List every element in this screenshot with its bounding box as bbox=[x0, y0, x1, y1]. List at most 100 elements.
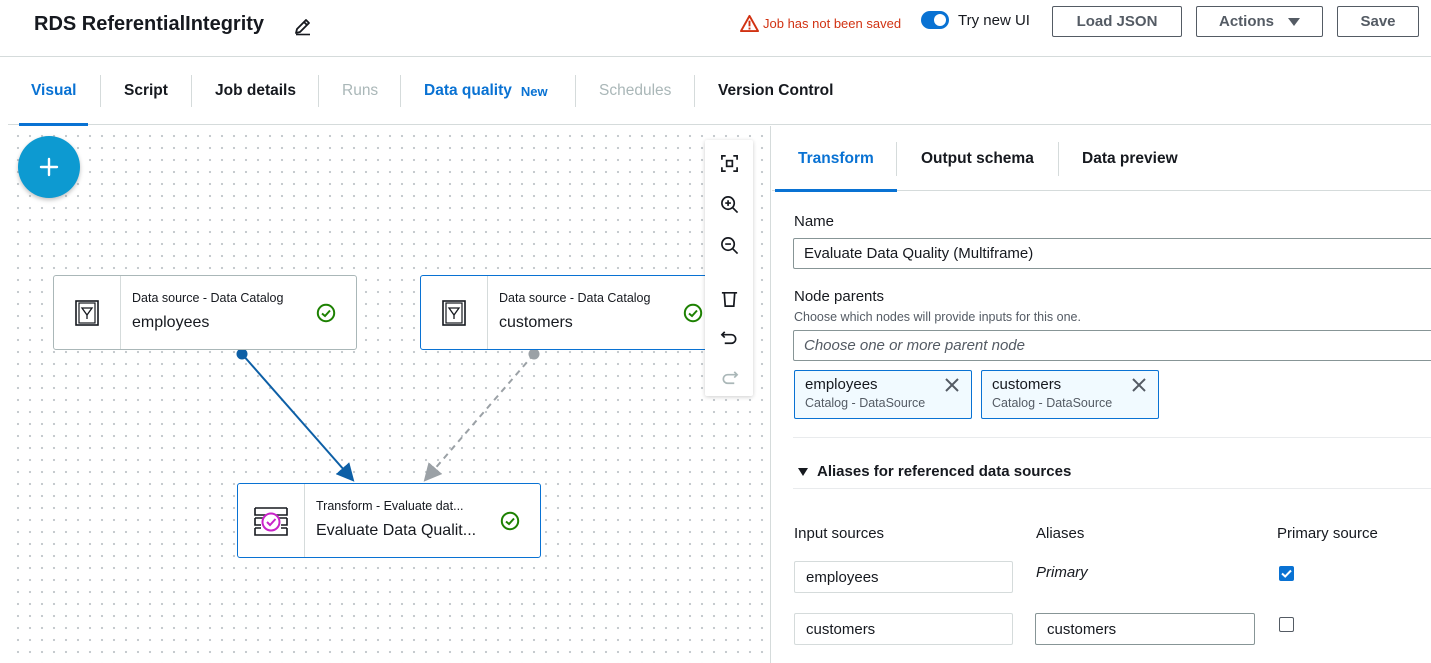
node-parents-help: Choose which nodes will provide inputs f… bbox=[794, 310, 1081, 324]
main-tabs: Visual Script Job details Runs Data qual… bbox=[8, 57, 1431, 126]
primary-source-checkbox[interactable] bbox=[1279, 617, 1294, 632]
check-circle-icon bbox=[316, 303, 336, 323]
warning-triangle-icon bbox=[740, 14, 759, 33]
fit-view-button[interactable] bbox=[717, 151, 741, 175]
new-badge: New bbox=[520, 83, 548, 99]
edge-customers-to-transform[interactable] bbox=[423, 353, 535, 482]
node-icon-cell bbox=[238, 484, 305, 557]
primary-source-checkbox[interactable] bbox=[1279, 566, 1294, 581]
edge-employees-to-transform[interactable] bbox=[241, 353, 355, 482]
divider bbox=[793, 437, 1431, 438]
try-new-ui-toggle[interactable]: Try new UI bbox=[921, 11, 1030, 29]
page-title: RDS ReferentialIntegrity bbox=[34, 13, 265, 35]
edge-handle[interactable] bbox=[236, 348, 248, 360]
actions-dropdown-button[interactable]: Actions bbox=[1196, 6, 1323, 37]
close-icon[interactable] bbox=[943, 376, 961, 394]
unsaved-warning: Job has not been saved bbox=[740, 14, 901, 33]
transform-panel: Transform Output schema Data preview Nam… bbox=[772, 126, 1431, 663]
delete-button[interactable] bbox=[717, 286, 741, 310]
tab-schedules[interactable]: Schedules bbox=[599, 57, 671, 125]
tab-divider bbox=[575, 75, 576, 107]
node-icon-cell bbox=[421, 276, 488, 349]
zoom-out-icon bbox=[720, 236, 738, 254]
trash-icon bbox=[721, 291, 737, 307]
input-source-field: employees bbox=[794, 561, 1013, 593]
node-parents-label: Node parents bbox=[794, 288, 885, 305]
alias-input[interactable]: customers bbox=[1035, 613, 1255, 645]
tab-runs[interactable]: Runs bbox=[342, 57, 378, 125]
visual-canvas[interactable]: Data source - Data Catalog employees Dat… bbox=[8, 126, 771, 663]
tab-label: Schedules bbox=[599, 82, 672, 99]
toggle-label: Try new UI bbox=[958, 11, 1030, 29]
divider bbox=[793, 488, 1431, 489]
redo-button[interactable] bbox=[717, 366, 741, 390]
check-circle-icon bbox=[500, 511, 520, 531]
name-label: Name bbox=[794, 213, 835, 230]
tab-data-preview[interactable]: Data preview bbox=[1082, 126, 1178, 191]
data-quality-transform-icon bbox=[254, 506, 288, 536]
tab-divider bbox=[694, 75, 695, 107]
checkmark-icon bbox=[1281, 569, 1292, 578]
warning-text: Job has not been saved bbox=[763, 16, 902, 31]
column-header-input-sources: Input sources bbox=[794, 525, 885, 542]
undo-icon bbox=[720, 330, 737, 344]
canvas-toolbar bbox=[705, 140, 753, 396]
edge-handle[interactable] bbox=[528, 348, 540, 360]
tab-script[interactable]: Script bbox=[124, 57, 168, 125]
tab-job-details[interactable]: Job details bbox=[215, 57, 296, 125]
token-name: employees bbox=[805, 376, 878, 393]
node-customers[interactable]: Data source - Data Catalog customers bbox=[420, 275, 724, 350]
fit-view-icon bbox=[720, 154, 738, 172]
tab-label: Data quality bbox=[424, 82, 512, 99]
token-sub: Catalog - DataSource bbox=[992, 396, 1113, 410]
edges-layer bbox=[236, 348, 540, 482]
tab-divider bbox=[1058, 142, 1059, 176]
data-catalog-icon bbox=[75, 299, 99, 326]
node-evaluate-data-quality[interactable]: Transform - Evaluate dat... Evaluate Dat… bbox=[237, 483, 541, 558]
tab-label: Job details bbox=[215, 82, 296, 99]
tab-output-schema[interactable]: Output schema bbox=[921, 126, 1034, 191]
parent-token-customers: customers Catalog - DataSource bbox=[981, 370, 1159, 419]
close-icon[interactable] bbox=[1130, 376, 1148, 394]
actions-label: Actions bbox=[1218, 13, 1274, 30]
tab-label: Script bbox=[124, 82, 168, 99]
tab-divider bbox=[896, 142, 897, 176]
toggle-switch[interactable] bbox=[921, 11, 949, 29]
tab-divider bbox=[191, 75, 192, 107]
token-sub: Catalog - DataSource bbox=[805, 396, 926, 410]
panel-tabs: Transform Output schema Data preview bbox=[772, 126, 1431, 192]
caret-down-icon bbox=[1288, 17, 1300, 26]
tab-divider bbox=[400, 75, 401, 107]
undo-button[interactable] bbox=[717, 326, 741, 350]
tab-label: Version Control bbox=[718, 82, 834, 99]
token-name: customers bbox=[992, 376, 1062, 393]
zoom-in-button[interactable] bbox=[717, 192, 741, 216]
tab-divider bbox=[100, 75, 101, 107]
edit-pencil-icon[interactable] bbox=[292, 15, 314, 37]
alias-primary-text: Primary bbox=[1036, 564, 1088, 581]
tab-visual[interactable]: Visual bbox=[19, 57, 89, 126]
tab-label: Runs bbox=[342, 82, 379, 99]
tab-label: Output schema bbox=[921, 149, 1034, 167]
input-source-field: customers bbox=[794, 613, 1013, 645]
tab-version-control[interactable]: Version Control bbox=[718, 57, 833, 125]
zoom-out-button[interactable] bbox=[717, 233, 741, 257]
aliases-expander[interactable]: Aliases for referenced data sources bbox=[798, 463, 1071, 480]
node-employees[interactable]: Data source - Data Catalog employees bbox=[53, 275, 357, 350]
node-icon-cell bbox=[54, 276, 121, 349]
save-button[interactable]: Save bbox=[1337, 6, 1419, 37]
tab-data-quality[interactable]: Data quality New bbox=[424, 57, 548, 125]
tab-label: Data preview bbox=[1082, 149, 1178, 167]
data-catalog-icon bbox=[442, 299, 466, 326]
column-header-primary-source: Primary source bbox=[1277, 525, 1378, 542]
node-parents-select[interactable]: Choose one or more parent node bbox=[793, 330, 1431, 361]
tab-divider bbox=[318, 75, 319, 107]
tab-transform[interactable]: Transform bbox=[775, 126, 897, 192]
name-input[interactable]: Evaluate Data Quality (Multiframe) bbox=[793, 238, 1431, 269]
column-header-aliases: Aliases bbox=[1036, 525, 1085, 542]
tab-label: Visual bbox=[31, 82, 77, 99]
parent-token-employees: employees Catalog - DataSource bbox=[794, 370, 972, 419]
zoom-in-icon bbox=[720, 195, 738, 213]
check-circle-icon bbox=[683, 303, 703, 323]
load-json-button[interactable]: Load JSON bbox=[1052, 6, 1182, 37]
